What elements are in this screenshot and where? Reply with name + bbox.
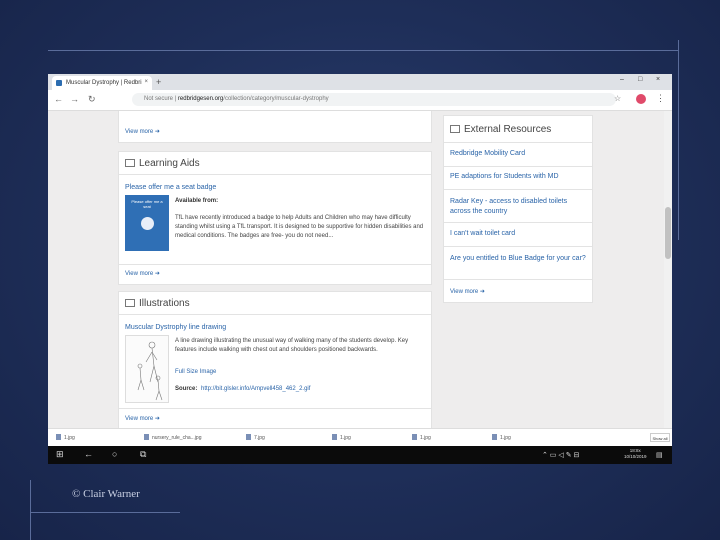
external-resources-header: External Resources (444, 116, 592, 135)
external-link[interactable]: I can't wait toilet card (450, 230, 515, 237)
browser-screenshot: Muscular Dystrophy | Redbri × + – □ × ← … (48, 74, 672, 464)
seat-badge-image[interactable]: Please offer me a seat (125, 195, 169, 251)
external-resources-view-more[interactable]: View more ➜ (450, 288, 485, 295)
source-label: Source: (175, 386, 198, 392)
line-drawing-image[interactable] (125, 335, 169, 403)
line-drawing-description: A line drawing illustrating the unusual … (175, 338, 409, 353)
learning-aids-icon (125, 159, 135, 167)
external-link-icon (450, 125, 460, 133)
slide-frame-right (678, 40, 679, 240)
forward-button[interactable]: → (70, 94, 79, 104)
divider (444, 142, 592, 143)
file-icon (56, 434, 61, 440)
windows-start-icon[interactable]: ⊞ (56, 449, 64, 460)
divider (444, 222, 592, 223)
divider (119, 408, 431, 409)
tab-close-icon[interactable]: × (144, 79, 148, 85)
learning-aids-view-more[interactable]: View more ➜ (125, 270, 160, 277)
external-link[interactable]: Redbridge Mobility Card (450, 150, 525, 157)
cortana-circle-icon[interactable]: ○ (112, 449, 117, 459)
download-item[interactable]: 1.jpg (332, 434, 351, 441)
full-size-image-link[interactable]: Full Size Image (175, 368, 216, 377)
new-tab-button[interactable]: + (156, 77, 161, 87)
download-item[interactable]: 7.jpg (246, 434, 265, 441)
learning-aids-header: Learning Aids (119, 152, 431, 169)
tab-title: Muscular Dystrophy | Redbri (66, 80, 142, 86)
walking-figures-icon (137, 341, 163, 401)
source-url-link[interactable]: http://bit.glsler.info/Ampvell458_462_2.… (201, 385, 310, 394)
divider (119, 264, 431, 265)
downloads-bar: 1.jpg nursery_rule_cha...jpg 7.jpg 1.jpg… (48, 428, 672, 447)
bookmark-star-icon[interactable]: ☆ (614, 94, 621, 103)
download-item[interactable]: nursery_rule_cha...jpg (144, 434, 201, 441)
divider (119, 314, 431, 315)
seat-badge-description: TfL have recently introduced a badge to … (175, 215, 424, 239)
maximize-button[interactable]: □ (638, 76, 642, 83)
previous-section-card: View more ➜ (118, 111, 432, 143)
back-arrow-icon[interactable]: ← (84, 449, 93, 459)
back-button[interactable]: ← (54, 94, 63, 104)
available-from-label: Available from: (175, 198, 219, 204)
url-field[interactable]: Not secure | redbridgesen.org/collection… (132, 93, 616, 106)
download-item[interactable]: 1.jpg (412, 434, 431, 441)
line-drawing-link[interactable]: Muscular Dystrophy line drawing (125, 324, 226, 331)
learning-aids-card: Learning Aids Please offer me a seat bad… (118, 151, 432, 285)
address-bar: ← → ↻ Not secure | redbridgesen.org/coll… (48, 90, 672, 111)
close-window-button[interactable]: × (656, 76, 660, 83)
divider (119, 174, 431, 175)
file-icon (412, 434, 417, 440)
divider (444, 189, 592, 190)
external-link[interactable]: Are you entitled to Blue Badge for your … (450, 254, 588, 264)
download-item[interactable]: 1.jpg (492, 434, 511, 441)
external-resources-card: External Resources Redbridge Mobility Ca… (443, 115, 593, 303)
view-more-link[interactable]: View more ➜ (125, 128, 160, 135)
url-domain: redbridgesen.org (177, 96, 224, 102)
image-icon (125, 299, 135, 307)
reload-button[interactable]: ↻ (88, 94, 96, 105)
notifications-icon[interactable]: ▤ (656, 451, 663, 459)
task-view-icon[interactable]: ⧉ (140, 449, 146, 460)
slide-frame-left (30, 480, 31, 540)
seat-badge-link[interactable]: Please offer me a seat badge (125, 184, 216, 191)
badge-logo-icon (141, 217, 154, 230)
browser-tab[interactable]: Muscular Dystrophy | Redbri × (52, 76, 152, 90)
taskbar-clock[interactable]: 18:8x 10/10/2019 (624, 448, 647, 460)
minimize-button[interactable]: – (620, 76, 624, 83)
tab-strip: Muscular Dystrophy | Redbri × + – □ × (48, 74, 672, 90)
external-link[interactable]: Radar Key - access to disabled toilets a… (450, 197, 588, 217)
download-item[interactable]: 1.jpg (56, 434, 75, 441)
windows-taskbar: ⊞ ← ○ ⧉ ⌃ ▭ ◁ ✎ ⊟ 18:8x 10/10/2019 ▤ (48, 446, 672, 464)
file-icon (492, 434, 497, 440)
learning-aids-heading: Learning Aids (139, 158, 200, 169)
url-path: /collection/category/muscular-dystrophy (223, 96, 329, 102)
badge-caption: Please offer me a seat (131, 199, 163, 209)
illustrations-card: Illustrations Muscular Dystrophy line dr… (118, 291, 432, 428)
external-link[interactable]: PE adaptions for Students with MD (450, 173, 559, 180)
slide-frame-top (48, 50, 678, 51)
show-all-downloads-button[interactable]: Show all (650, 433, 670, 442)
page-scrollbar[interactable] (664, 111, 672, 428)
divider (444, 246, 592, 247)
slide-frame-bottom (30, 512, 180, 513)
illustrations-view-more[interactable]: View more ➜ (125, 415, 160, 422)
page-viewport: View more ➜ Learning Aids Please offer m… (48, 111, 664, 428)
not-secure-label: Not secure | (144, 96, 178, 102)
system-tray-icons[interactable]: ⌃ ▭ ◁ ✎ ⊟ (542, 451, 579, 459)
file-icon (332, 434, 337, 440)
file-icon (246, 434, 251, 440)
illustrations-header: Illustrations (119, 292, 431, 309)
scrollbar-thumb[interactable] (665, 207, 671, 259)
illustrations-heading: Illustrations (139, 298, 190, 309)
profile-avatar[interactable] (636, 94, 646, 104)
favicon-icon (56, 80, 62, 86)
divider (444, 279, 592, 280)
file-icon (144, 434, 149, 440)
divider (444, 166, 592, 167)
external-resources-heading: External Resources (464, 124, 552, 135)
browser-menu-icon[interactable]: ⋮ (656, 93, 665, 104)
slide-credit: © Clair Warner (72, 488, 140, 500)
